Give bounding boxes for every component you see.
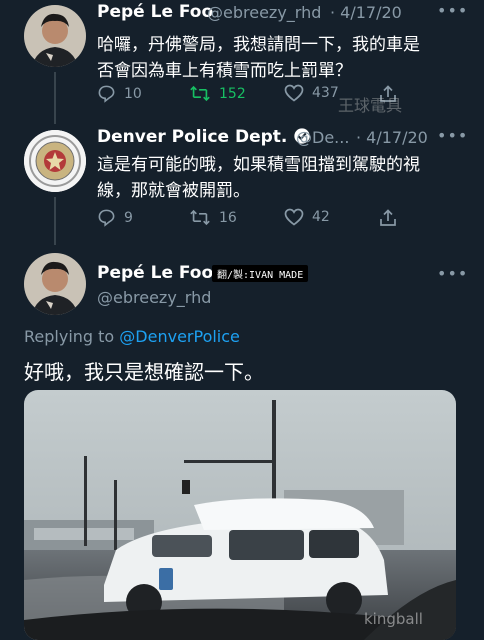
more-icon[interactable]: ••• <box>437 264 468 283</box>
replying-to-link[interactable]: @DenverPolice <box>119 327 240 346</box>
more-icon[interactable]: ••• <box>437 126 468 145</box>
retweet-count: 152 <box>219 85 246 102</box>
translator-tag: 翻/製:IVAN MADE <box>212 265 309 282</box>
reply-count: 10 <box>124 85 142 102</box>
retweet-icon <box>189 84 211 103</box>
thread-line <box>54 197 56 245</box>
display-name[interactable]: Pepé Le Foo <box>97 2 213 22</box>
reply-count: 9 <box>124 209 133 226</box>
avatar-denver-police[interactable] <box>24 130 86 192</box>
tweet-date[interactable]: · 4/17/20 <box>330 3 402 22</box>
display-name-text: Denver Police Dept. <box>97 127 288 147</box>
avatar-pepe[interactable] <box>24 5 86 67</box>
display-name[interactable]: Denver Police Dept. <box>97 127 311 150</box>
retweet-count: 16 <box>219 209 237 226</box>
tweet-text-line: 否會因為車上有積雪而吃上罰單？ <box>97 61 352 81</box>
replying-to-prefix: Replying to <box>24 327 115 346</box>
handle[interactable]: @ebreezy_rhd <box>207 3 321 22</box>
thread-line <box>54 72 56 124</box>
reply-button[interactable]: 10 <box>97 84 142 103</box>
tweet-text: 好哦，我只是想確認一下。 <box>24 360 264 384</box>
reply-icon <box>97 84 116 103</box>
like-icon <box>284 84 304 102</box>
handle[interactable]: @ebreezy_rhd <box>97 288 211 307</box>
tweet-text: 這是有可能的哦，如果積雪阻擋到駕駛的視 線，那就會被開罰。 <box>97 152 477 204</box>
like-count: 437 <box>312 85 339 101</box>
reply-button[interactable]: 9 <box>97 208 133 227</box>
replying-to: Replying to @DenverPolice <box>24 327 240 346</box>
avatar-pepe[interactable] <box>24 253 86 315</box>
display-name[interactable]: Pepé Le Foo <box>97 263 213 283</box>
like-button[interactable]: 437 <box>284 84 339 102</box>
more-icon[interactable]: ••• <box>437 1 468 20</box>
like-button[interactable]: 42 <box>284 208 330 226</box>
like-count: 42 <box>312 209 330 225</box>
tweet-photo[interactable]: kingball <box>24 390 456 640</box>
retweet-button[interactable]: 152 <box>189 84 246 103</box>
watermark-text: 王球電具 <box>338 96 403 115</box>
share-icon[interactable] <box>378 208 398 232</box>
handle[interactable]: @De... <box>296 128 349 147</box>
like-icon <box>284 208 304 226</box>
tweet-text-line: 這是有可能的哦，如果積雪阻擋到駕駛的視 <box>97 155 420 175</box>
retweet-icon <box>189 208 211 227</box>
watermark-text: kingball <box>364 610 423 628</box>
tweet-date[interactable]: · 4/17/20 <box>356 128 428 147</box>
tweet-text-line: 哈囉，丹佛警局，我想請問一下，我的車是 <box>97 35 420 55</box>
reply-icon <box>97 208 116 227</box>
tweet-text-line: 線，那就會被開罰。 <box>97 181 250 201</box>
retweet-button[interactable]: 16 <box>189 208 237 227</box>
tweet-text: 哈囉，丹佛警局，我想請問一下，我的車是 否會因為車上有積雪而吃上罰單？ <box>97 32 477 84</box>
